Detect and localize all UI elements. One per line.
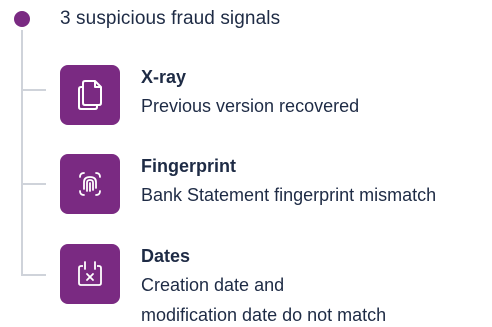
signal-xray-icon-tile [60,65,120,125]
signal-fingerprint-text: Fingerprint Bank Statement fingerprint m… [141,154,436,210]
signal-dates-description-line-2: modification date do not match [141,305,387,325]
signal-xray-description: Previous version recovered [141,96,360,116]
signal-fingerprint-icon-tile [60,154,120,214]
signal-dates-title: Dates [141,246,191,266]
tree-branch-fingerprint [21,183,46,185]
fingerprint-icon [79,172,101,196]
tree-branch-xray [21,89,46,91]
copy-documents-icon [78,80,102,110]
tree-connector-line [21,30,23,275]
signal-xray[interactable]: X-ray Previous version recovered [60,65,359,125]
status-dot-icon [14,11,30,27]
signal-xray-title: X-ray [141,67,187,87]
calendar-x-icon [78,261,102,286]
fraud-signals-header: 3 suspicious fraud signals [14,8,280,30]
signal-fingerprint[interactable]: Fingerprint Bank Statement fingerprint m… [60,154,436,214]
signal-dates[interactable]: Dates Creation date and modification dat… [60,244,386,327]
signal-xray-text: X-ray Previous version recovered [141,65,359,121]
fraud-signals-panel: 3 suspicious fraud signals X-ray Previou… [0,0,492,327]
fraud-signals-title: 3 suspicious fraud signals [60,8,281,29]
signal-fingerprint-title: Fingerprint [141,156,236,176]
signal-dates-text: Dates Creation date and modification dat… [141,244,386,327]
signal-dates-description-line-1: Creation date and [141,275,285,295]
signal-fingerprint-description: Bank Statement fingerprint mismatch [141,185,437,205]
tree-branch-dates [21,274,46,276]
signal-dates-icon-tile [60,244,120,304]
